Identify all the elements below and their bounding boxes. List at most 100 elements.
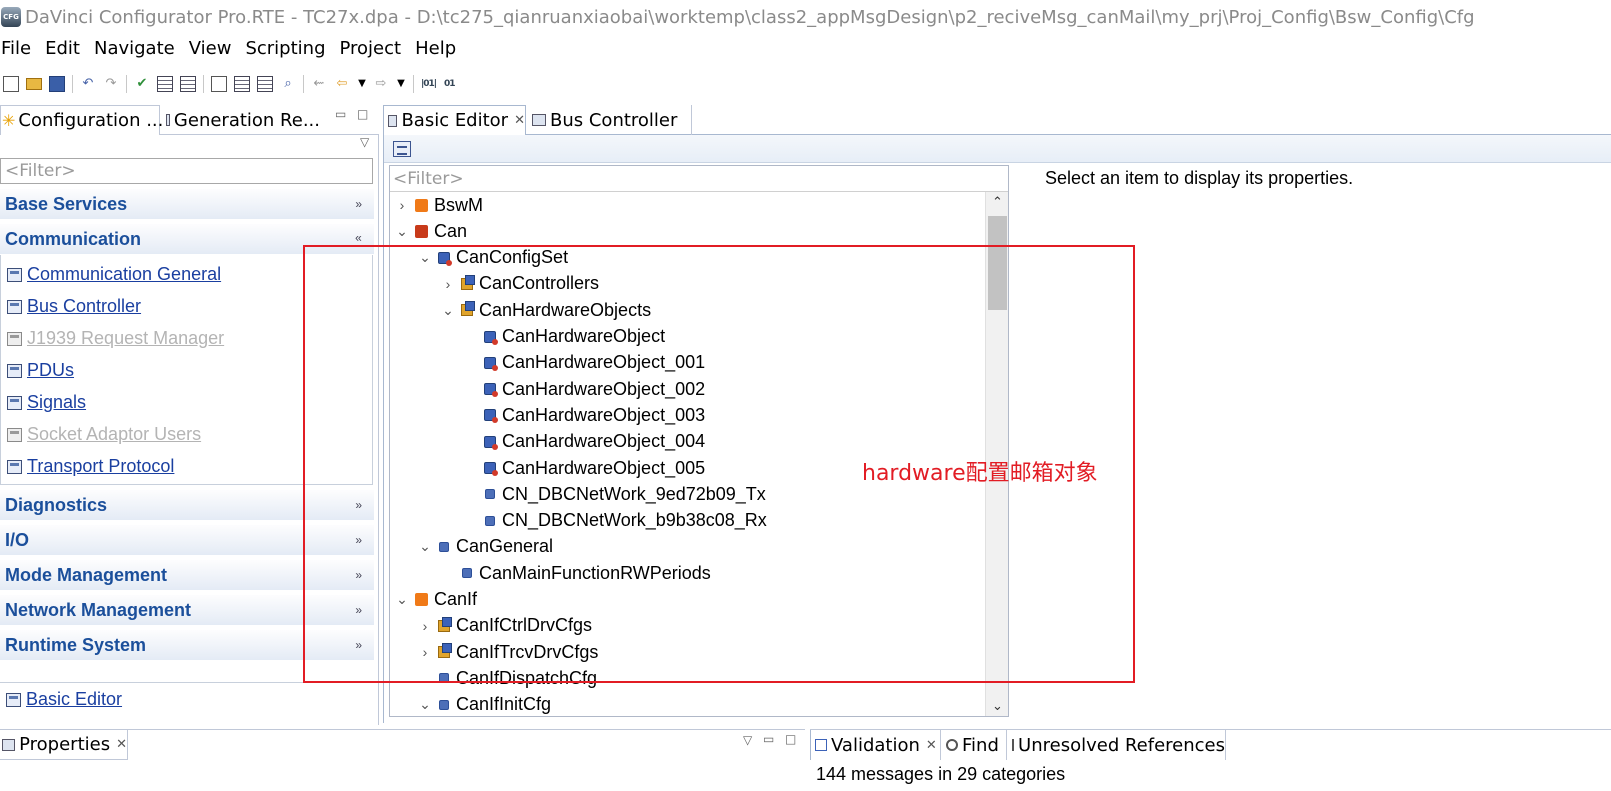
- tree-node-label: CanIfInitCfg: [456, 694, 552, 715]
- collapse-arrow-icon[interactable]: ⌄: [393, 223, 411, 240]
- link-label[interactable]: Communication General: [27, 264, 221, 285]
- forward-icon[interactable]: ⇨: [373, 76, 389, 92]
- nav-history-icon[interactable]: ⇜: [311, 76, 327, 92]
- basic-editor-tab-icon: [388, 114, 398, 127]
- tree-node-label: Can: [434, 220, 468, 241]
- minimize-icon[interactable]: ▭: [763, 732, 774, 746]
- link-label[interactable]: Transport Protocol: [27, 456, 174, 477]
- tab-generation-results[interactable]: Generation Re...: [162, 105, 320, 135]
- link-bus-controller[interactable]: Bus Controller: [7, 296, 141, 317]
- section-io-label: I/O: [5, 530, 30, 550]
- hex-view-icon[interactable]: |01|: [421, 76, 437, 92]
- scroll-up-icon[interactable]: ⌃: [986, 192, 1008, 214]
- tab-validation[interactable]: Validation ✕: [810, 730, 941, 760]
- save-icon[interactable]: [49, 76, 65, 92]
- collapse-arrow-icon[interactable]: ⌄: [416, 696, 434, 713]
- link-j1939-request-manager: J1939 Request Manager: [7, 328, 224, 349]
- tree-node[interactable]: › BswM: [393, 192, 483, 218]
- link-communication-general[interactable]: Communication General: [7, 264, 221, 285]
- minimize-icon[interactable]: ▭: [335, 107, 346, 121]
- validation-panel: Validation ✕ Find Unresolved References …: [810, 729, 1611, 791]
- expand-arrow-icon[interactable]: ›: [393, 197, 411, 213]
- close-icon[interactable]: ✕: [514, 113, 525, 128]
- menu-file[interactable]: File: [1, 36, 31, 62]
- menu-help[interactable]: Help: [415, 36, 456, 62]
- back-dropdown-icon[interactable]: ▼: [357, 76, 367, 92]
- open-folder-icon[interactable]: [26, 78, 42, 90]
- section-runtime-system-label: Runtime System: [5, 635, 147, 655]
- editor-icon: [7, 395, 22, 410]
- properties-message: Select an item to display its properties…: [1045, 168, 1354, 188]
- unresolved-references-icon: [1012, 739, 1015, 751]
- binary-view-icon[interactable]: 01: [444, 76, 460, 92]
- link-signals[interactable]: Signals: [7, 392, 86, 413]
- editor-icon: [7, 459, 22, 474]
- tab-find[interactable]: Find: [942, 730, 1007, 760]
- menu-navigate[interactable]: Navigate: [94, 36, 175, 62]
- section-base-services-label: Base Services: [5, 194, 128, 214]
- link-transport-protocol[interactable]: Transport Protocol: [7, 456, 174, 477]
- tab-properties[interactable]: Properties ✕: [0, 730, 128, 760]
- config-filter-input[interactable]: <Filter>: [0, 158, 373, 184]
- menu-view[interactable]: View: [189, 36, 232, 62]
- forward-dropdown-icon[interactable]: ▼: [396, 76, 406, 92]
- toolbar-separator: [413, 75, 414, 93]
- scroll-down-icon[interactable]: ⌄: [986, 696, 1008, 716]
- link-pdus[interactable]: PDUs: [7, 360, 74, 381]
- menu-bar: File Edit Navigate View Scripting Projec…: [0, 36, 470, 62]
- back-icon[interactable]: ⇦: [334, 76, 350, 92]
- tab-basic-editor[interactable]: Basic Editor ✕: [383, 105, 526, 135]
- bus-controller-tab-icon: [532, 114, 546, 126]
- tab-properties-label: Properties: [19, 734, 111, 755]
- editor-icon: [7, 363, 22, 378]
- link-label[interactable]: Bus Controller: [27, 296, 141, 317]
- generation-icon: [166, 114, 170, 126]
- input-files-icon[interactable]: [234, 76, 250, 92]
- tab-unresolved-references[interactable]: Unresolved References: [1008, 730, 1226, 760]
- link-label: J1939 Request Manager: [27, 328, 225, 348]
- solve-icon[interactable]: [157, 76, 173, 92]
- tab-configuration[interactable]: ✳ Configuration ...: [0, 105, 163, 135]
- editor-icon: [7, 427, 22, 442]
- close-icon[interactable]: ✕: [926, 738, 937, 753]
- view-menu-icon[interactable]: ▽: [360, 135, 369, 149]
- tab-bus-controller[interactable]: Bus Controller: [528, 105, 692, 135]
- update-config-icon[interactable]: [257, 76, 273, 92]
- maximize-icon[interactable]: □: [785, 732, 796, 746]
- close-icon[interactable]: ✕: [116, 737, 127, 752]
- editor-icon: [7, 331, 22, 346]
- link-basic-editor[interactable]: Basic Editor: [6, 689, 122, 710]
- link-label[interactable]: PDUs: [27, 360, 74, 381]
- annotation-text: hardware配置邮箱对象: [862, 461, 1098, 486]
- validation-message-count: 144 messages in 29 categories: [816, 764, 1066, 784]
- link-label: Socket Adaptor Users: [27, 424, 202, 444]
- tree-node[interactable]: ⌄ CanIfInitCfg: [416, 692, 552, 716]
- link-socket-adaptor-users: Socket Adaptor Users: [7, 424, 201, 445]
- generate-icon[interactable]: [180, 76, 196, 92]
- menu-project[interactable]: Project: [340, 36, 402, 62]
- view-menu-icon[interactable]: ▽: [743, 733, 752, 747]
- binoculars-icon[interactable]: ⌕: [280, 76, 296, 92]
- section-base-services[interactable]: Base Services »: [0, 189, 374, 219]
- editor-tabs: Basic Editor ✕ Bus Controller: [383, 105, 1611, 135]
- menu-edit[interactable]: Edit: [45, 36, 80, 62]
- link-label[interactable]: Basic Editor: [26, 689, 122, 710]
- project-settings-icon[interactable]: [211, 76, 227, 92]
- undo-icon[interactable]: ↶: [80, 76, 96, 92]
- editor-icon: [6, 692, 21, 707]
- menu-scripting[interactable]: Scripting: [245, 36, 325, 62]
- link-label[interactable]: Signals: [27, 392, 86, 413]
- properties-icon: [2, 738, 16, 751]
- toolbar-separator: [126, 75, 127, 93]
- tree-node[interactable]: ⌄ Can: [393, 218, 467, 244]
- tree-filter-input[interactable]: <Filter>: [390, 166, 1008, 192]
- expand-chevron-icon[interactable]: »: [355, 189, 362, 219]
- validate-icon[interactable]: ✔: [134, 76, 150, 92]
- layout-icon[interactable]: [393, 141, 411, 157]
- tab-generation-label: Generation Re...: [173, 109, 320, 131]
- tab-validation-label: Validation: [831, 734, 920, 756]
- new-file-icon[interactable]: [3, 76, 19, 92]
- maximize-icon[interactable]: □: [357, 107, 368, 121]
- left-view-tabs: ✳ Configuration ... Generation Re... ▭ □: [0, 105, 379, 135]
- redo-icon[interactable]: ↷: [103, 76, 119, 92]
